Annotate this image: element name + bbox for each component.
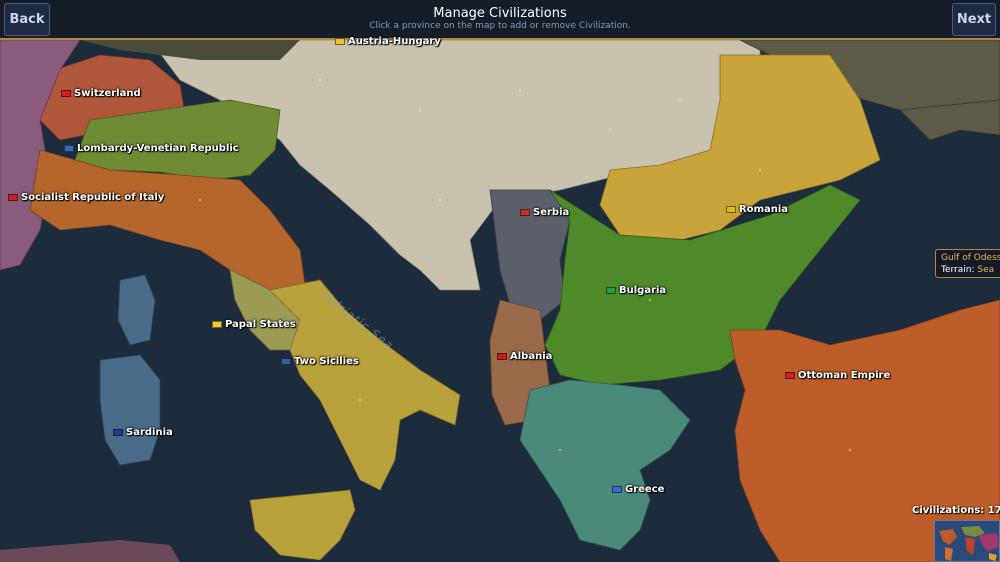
- tooltip-terrain-label: Terrain:: [941, 265, 975, 275]
- civ-label-austria-hungary[interactable]: Austria-Hungary: [335, 36, 441, 47]
- tooltip-terrain-row: Terrain: Sea: [941, 264, 999, 276]
- game-map[interactable]: [0, 0, 1000, 562]
- top-bar: Back Manage Civilizations Click a provin…: [0, 0, 1000, 40]
- back-button[interactable]: Back: [4, 3, 50, 36]
- sardinia-flag-icon: [113, 429, 123, 436]
- civ-label-serbia[interactable]: Serbia: [520, 207, 569, 218]
- greece-flag-icon: [612, 486, 622, 493]
- romania-flag-icon: [726, 206, 736, 213]
- next-button[interactable]: Next: [952, 3, 996, 36]
- minimap-world-icon: [935, 521, 999, 561]
- civ-label-albania[interactable]: Albania: [497, 351, 552, 362]
- serbia-flag-icon: [520, 209, 530, 216]
- tooltip-title: Gulf of Odessa: [941, 253, 1000, 263]
- civ-label-two-sicilies[interactable]: Two Sicilies: [281, 356, 359, 367]
- civ-label-sardinia[interactable]: Sardinia: [113, 427, 173, 438]
- page-subtitle: Click a province on the map to add or re…: [369, 21, 631, 31]
- minimap[interactable]: [934, 520, 1000, 562]
- civ-label-papal-states[interactable]: Papal States: [212, 319, 296, 330]
- civ-label-switzerland[interactable]: Switzerland: [61, 88, 141, 99]
- two-sicilies-flag-icon: [281, 358, 291, 365]
- civ-label-lombardy-venetian-republic[interactable]: Lombardy-Venetian Republic: [64, 143, 239, 154]
- austria-hungary-flag-icon: [335, 38, 345, 45]
- civ-label-bulgaria[interactable]: Bulgaria: [606, 285, 666, 296]
- province-tooltip: Gulf of Odessa Terrain: Sea: [935, 249, 1000, 278]
- civ-label-ottoman-empire[interactable]: Ottoman Empire: [785, 370, 890, 381]
- tooltip-terrain-value: Sea: [977, 265, 995, 275]
- socialist-italy-flag-icon: [8, 194, 18, 201]
- lombardy-venetian-flag-icon: [64, 145, 74, 152]
- bulgaria-flag-icon: [606, 287, 616, 294]
- civ-label-greece[interactable]: Greece: [612, 484, 664, 495]
- civilization-count: Civilizations: 175: [912, 505, 1000, 516]
- page-title: Manage Civilizations: [433, 6, 567, 21]
- switzerland-flag-icon: [61, 90, 71, 97]
- papal-states-flag-icon: [212, 321, 222, 328]
- civ-label-romania[interactable]: Romania: [726, 204, 788, 215]
- civ-label-socialist-republic-of-italy[interactable]: Socialist Republic of Italy: [8, 192, 164, 203]
- ottoman-flag-icon: [785, 372, 795, 379]
- albania-flag-icon: [497, 353, 507, 360]
